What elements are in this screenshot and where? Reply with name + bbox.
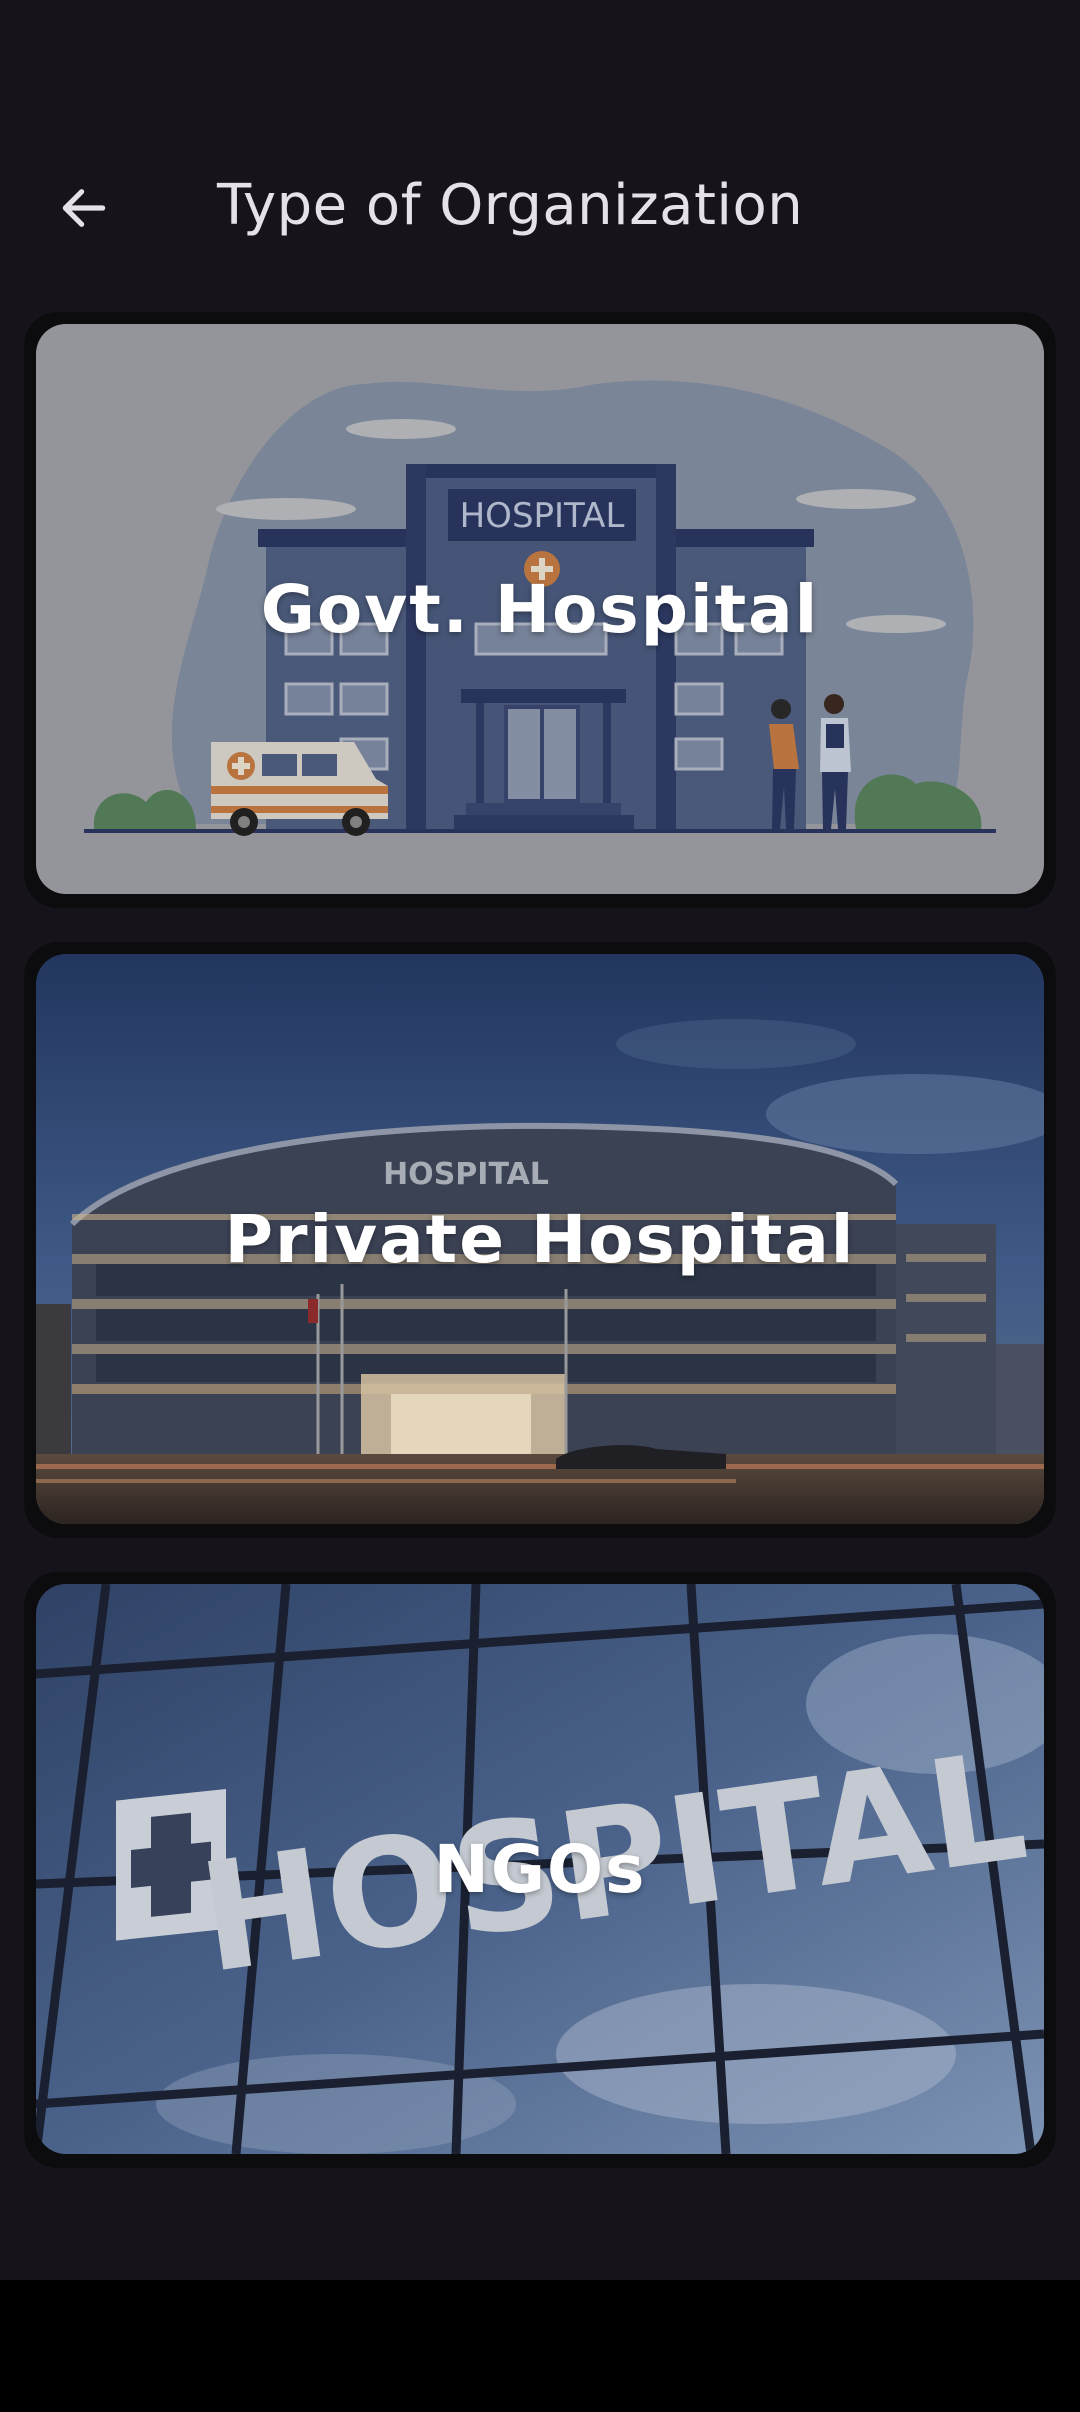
govt-hospital-label: Govt. Hospital: [260, 570, 820, 648]
ngos-card[interactable]: HOSPITAL NGOs: [24, 1572, 1056, 2168]
private-hospital-label: Private Hospital: [224, 1200, 856, 1278]
ngos-label: NGOs: [433, 1830, 647, 1908]
page-title: Type of Organization: [217, 173, 804, 238]
organization-type-screen: Type of Organization HOSPITAL Govt. Hosp…: [0, 0, 1080, 2412]
govt-hospital-card-image: HOSPITAL Govt. Hospital: [36, 324, 1044, 894]
govt-hospital-card[interactable]: HOSPITAL Govt. Hospital: [24, 312, 1056, 908]
back-button[interactable]: [36, 160, 132, 256]
private-hospital-card-image: HOSPITAL Private Hospital: [36, 954, 1044, 1524]
arrow-left-icon: [62, 189, 106, 227]
private-hospital-card[interactable]: HOSPITAL Private Hospital: [24, 942, 1056, 1538]
app-bar: Type of Organization: [0, 150, 1080, 260]
ngos-card-image: HOSPITAL NGOs: [36, 1584, 1044, 2154]
system-navigation-bar: [0, 2280, 1080, 2412]
